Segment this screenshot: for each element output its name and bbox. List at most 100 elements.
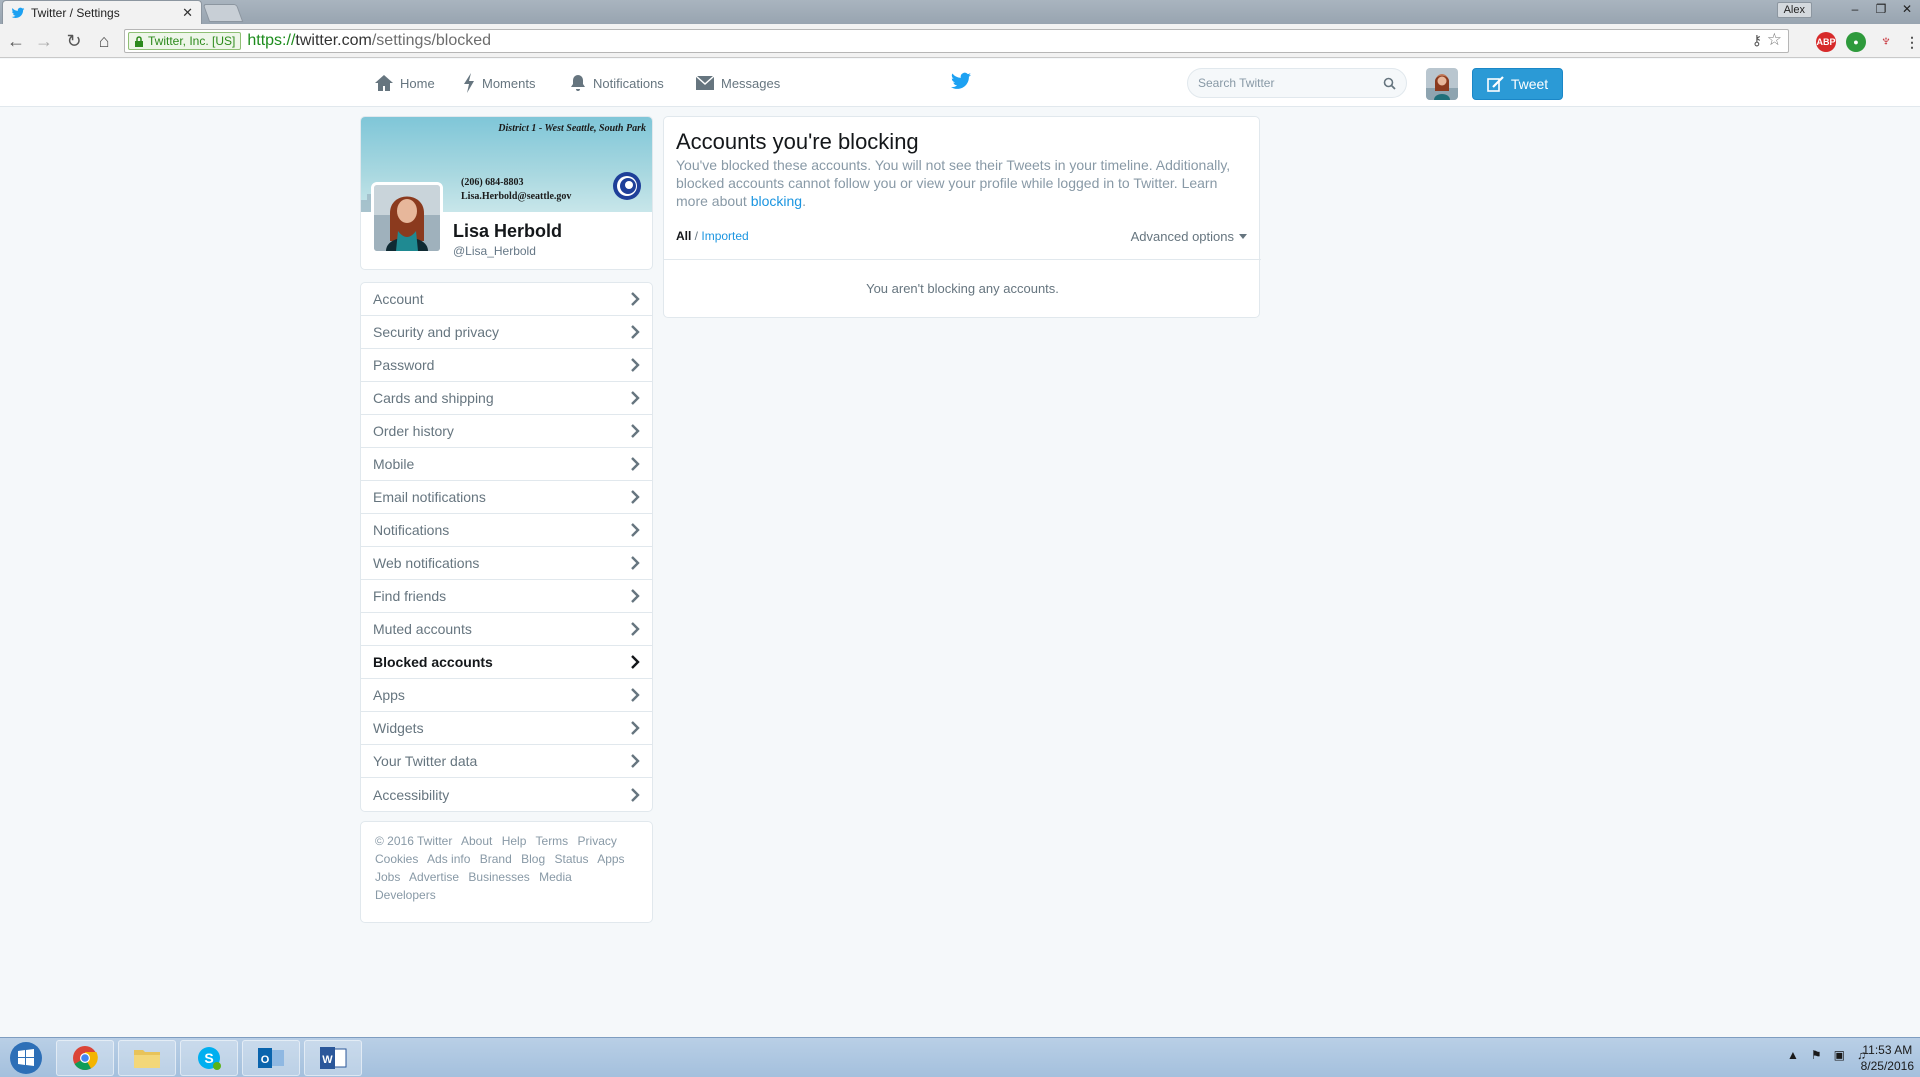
footer-link[interactable]: Blog: [521, 852, 545, 866]
settings-menu-item[interactable]: Cards and shipping: [361, 382, 652, 415]
footer-link[interactable]: Businesses: [468, 870, 529, 884]
taskbar-clock[interactable]: 11:53 AM 8/25/2016: [1861, 1042, 1914, 1074]
footer-link[interactable]: Terms: [536, 834, 569, 848]
home-browser-icon[interactable]: ⌂: [94, 31, 114, 51]
chevron-right-icon: [631, 655, 640, 669]
svg-text:W: W: [322, 1054, 333, 1066]
settings-menu-item[interactable]: Account: [361, 283, 652, 316]
footer-link[interactable]: Media: [539, 870, 572, 884]
chrome-icon[interactable]: [56, 1040, 114, 1076]
footer-link[interactable]: Ads info: [427, 852, 470, 866]
extension-green-icon[interactable]: ●: [1846, 32, 1866, 52]
chevron-right-icon: [631, 556, 640, 570]
nav-moments-label: Moments: [482, 75, 536, 91]
url-host: twitter.com: [295, 32, 372, 49]
footer-link[interactable]: Help: [502, 834, 527, 848]
settings-menu-item[interactable]: Accessibility: [361, 778, 652, 811]
nav-notifications[interactable]: Notifications: [569, 59, 664, 107]
filter-all[interactable]: All: [676, 229, 691, 243]
new-tab-button[interactable]: [202, 4, 244, 22]
settings-menu-item[interactable]: Order history: [361, 415, 652, 448]
word-icon[interactable]: W: [304, 1040, 362, 1076]
footer-link[interactable]: About: [461, 834, 492, 848]
settings-menu-item[interactable]: Security and privacy: [361, 316, 652, 349]
settings-menu-item[interactable]: Apps: [361, 679, 652, 712]
nav-messages[interactable]: Messages: [695, 59, 780, 107]
settings-menu-item[interactable]: Widgets: [361, 712, 652, 745]
chevron-right-icon: [631, 622, 640, 636]
settings-menu-item[interactable]: Muted accounts: [361, 613, 652, 646]
search-icon[interactable]: [1383, 77, 1396, 90]
home-icon: [375, 75, 393, 91]
settings-menu-item[interactable]: Email notifications: [361, 481, 652, 514]
ev-certificate-badge[interactable]: Twitter, Inc. [US]: [128, 32, 242, 50]
city-seal-logo: [613, 172, 641, 200]
profile-handle[interactable]: @Lisa_Herbold: [453, 244, 536, 258]
outlook-icon[interactable]: O: [242, 1040, 300, 1076]
browser-tab[interactable]: Twitter / Settings ✕: [2, 0, 202, 24]
settings-menu-item[interactable]: Your Twitter data: [361, 745, 652, 778]
close-window-icon[interactable]: ✕: [1894, 0, 1920, 18]
chevron-right-icon: [631, 490, 640, 504]
nav-moments[interactable]: Moments: [462, 59, 535, 107]
settings-menu-item[interactable]: Find friends: [361, 580, 652, 613]
skype-icon[interactable]: S: [180, 1040, 238, 1076]
footer-link[interactable]: Cookies: [375, 852, 418, 866]
settings-menu-item-label: Security and privacy: [373, 324, 500, 340]
tray-expand-icon[interactable]: ▲: [1787, 1048, 1799, 1062]
footer-link[interactable]: Status: [554, 852, 588, 866]
chevron-right-icon: [631, 523, 640, 537]
minimize-icon[interactable]: –: [1842, 0, 1868, 18]
reload-icon[interactable]: ↻: [64, 31, 84, 51]
compose-icon: [1487, 76, 1504, 92]
forward-icon[interactable]: →: [34, 31, 54, 51]
settings-menu-item[interactable]: Blocked accounts: [361, 646, 652, 679]
tab-close-icon[interactable]: ✕: [182, 5, 193, 21]
key-icon[interactable]: ⚷: [1752, 32, 1762, 49]
page-title: Accounts you're blocking: [676, 129, 919, 154]
address-bar[interactable]: Twitter, Inc. [US] https://twitter.com/s…: [124, 29, 1789, 53]
window-controls: – ❐ ✕: [1842, 0, 1920, 18]
user-avatar[interactable]: [1426, 68, 1458, 100]
chrome-menu-icon[interactable]: ⋮: [1902, 32, 1920, 52]
settings-menu-item[interactable]: Notifications: [361, 514, 652, 547]
advanced-options-dropdown[interactable]: Advanced options: [1131, 229, 1247, 244]
footer-link[interactable]: © 2016 Twitter: [375, 834, 452, 848]
settings-menu-item-label: Find friends: [373, 588, 447, 604]
profile-avatar[interactable]: [371, 182, 443, 254]
search-input[interactable]: [1198, 76, 1383, 90]
action-center-icon[interactable]: ⚑: [1811, 1048, 1822, 1062]
footer-link[interactable]: Advertise: [409, 870, 459, 884]
network-icon[interactable]: ▣: [1834, 1048, 1845, 1062]
windows-start-icon[interactable]: [2, 1040, 50, 1076]
settings-menu-item[interactable]: Web notifications: [361, 547, 652, 580]
footer-link[interactable]: Developers: [375, 888, 436, 902]
profile-name[interactable]: Lisa Herbold: [453, 221, 562, 242]
envelope-icon: [695, 75, 715, 90]
restore-icon[interactable]: ❐: [1868, 0, 1894, 18]
search-box: [1187, 68, 1407, 98]
footer-link[interactable]: Apps: [597, 852, 624, 866]
footer-link[interactable]: Brand: [480, 852, 512, 866]
browser-tabstrip: Twitter / Settings ✕ Alex – ❐ ✕: [0, 0, 1920, 24]
chevron-right-icon: [631, 688, 640, 702]
profile-user-label[interactable]: Alex: [1776, 2, 1812, 18]
filter-imported[interactable]: Imported: [701, 229, 748, 243]
chevron-right-icon: [631, 391, 640, 405]
twitter-top-nav: Home Moments Notifications Messages Twee…: [0, 59, 1920, 107]
twitter-bird-icon[interactable]: [950, 72, 972, 92]
folder-icon[interactable]: [118, 1040, 176, 1076]
footer-link[interactable]: Privacy: [578, 834, 617, 848]
nav-home[interactable]: Home: [374, 59, 435, 107]
acrobat-icon[interactable]: ♆: [1876, 32, 1896, 52]
back-icon[interactable]: ←: [6, 31, 26, 51]
footer-link[interactable]: Jobs: [375, 870, 400, 884]
adblock-icon[interactable]: ABP: [1816, 32, 1836, 52]
settings-menu-item[interactable]: Mobile: [361, 448, 652, 481]
nav-home-label: Home: [400, 75, 435, 91]
tweet-button[interactable]: Tweet: [1472, 68, 1563, 100]
settings-menu-item[interactable]: Password: [361, 349, 652, 382]
avatar-image: [1426, 68, 1458, 100]
bookmark-star-icon[interactable]: ☆: [1767, 30, 1782, 50]
blocking-help-link[interactable]: blocking: [751, 193, 802, 209]
